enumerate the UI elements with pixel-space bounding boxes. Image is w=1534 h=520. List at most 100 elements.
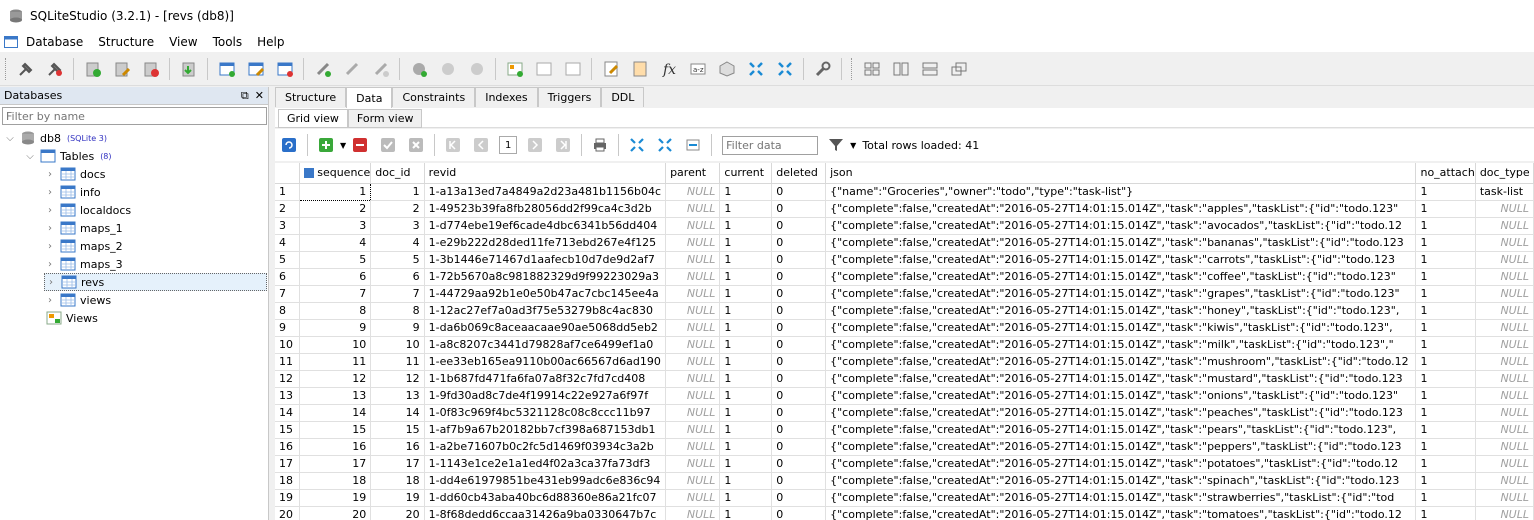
tree-item-db8[interactable]: ⌵ db8 (SQLite 3) xyxy=(4,129,107,147)
cell-parent[interactable]: NULL xyxy=(665,183,721,201)
edit-database-icon[interactable] xyxy=(111,58,133,80)
table-row[interactable]: 10 10 10 1-a8c8207c3441d79828af7ce6499ef1a0… xyxy=(275,336,1534,354)
edit-index-icon[interactable] xyxy=(341,58,363,80)
connect-db-icon[interactable] xyxy=(15,58,37,80)
cell-parent[interactable]: NULL xyxy=(665,234,721,252)
cell-doc-type[interactable]: NULL xyxy=(1475,353,1534,371)
cell-no-attach[interactable]: 1 xyxy=(1415,404,1476,422)
column-header-revid[interactable]: revid xyxy=(424,163,667,184)
cell-doc-type[interactable]: NULL xyxy=(1475,234,1534,252)
cell-doc-id[interactable]: 7 xyxy=(370,285,425,303)
cell-deleted[interactable]: 0 xyxy=(771,268,827,286)
table-row[interactable]: 15 15 15 1-af7b9a67b20182bb7cf398a687153db1… xyxy=(275,421,1534,439)
cell-json[interactable]: {"complete":false,"createdAt":"2016-05-2… xyxy=(825,404,1417,422)
cell-current[interactable]: 1 xyxy=(719,370,773,388)
cell-current[interactable]: 1 xyxy=(719,506,773,520)
cell-sequence[interactable]: 17 xyxy=(299,455,372,473)
table-row[interactable]: 11 11 11 1-ee33eb165ea9110b00ac66567d6ad190… xyxy=(275,353,1534,371)
toolbar-grip[interactable] xyxy=(5,57,8,80)
subtab-form-view[interactable]: Form view xyxy=(347,109,423,128)
cell-deleted[interactable]: 0 xyxy=(771,353,827,371)
cell-json[interactable]: {"complete":false,"createdAt":"2016-05-2… xyxy=(825,285,1417,303)
cell-no-attach[interactable]: 1 xyxy=(1415,353,1476,371)
edit-view-icon[interactable] xyxy=(533,58,555,80)
cell-deleted[interactable]: 0 xyxy=(771,438,827,456)
cell-json[interactable]: {"complete":false,"createdAt":"2016-05-2… xyxy=(825,387,1417,405)
tile-windows-icon[interactable] xyxy=(745,58,767,80)
cell-revid[interactable]: 1-0f83c969f4bc5321128c08c8ccc11b97 xyxy=(424,404,667,422)
cell-doc-id[interactable]: 10 xyxy=(370,336,425,354)
cell-parent[interactable]: NULL xyxy=(665,421,721,439)
cell-doc-type[interactable]: NULL xyxy=(1475,302,1534,320)
sql-editor-icon[interactable] xyxy=(600,58,622,80)
cell-no-attach[interactable]: 1 xyxy=(1415,217,1476,235)
table-row[interactable]: 17 17 17 1-1143e1ce2e1a1ed4f02a3ca37fa73df3… xyxy=(275,455,1534,473)
cell-revid[interactable]: 1-1143e1ce2e1a1ed4f02a3ca37fa73df3 xyxy=(424,455,667,473)
functions-icon[interactable]: fx xyxy=(658,58,680,80)
cell-current[interactable]: 1 xyxy=(719,268,773,286)
cell-deleted[interactable]: 0 xyxy=(771,489,827,507)
cell-json[interactable]: {"complete":false,"createdAt":"2016-05-2… xyxy=(825,421,1417,439)
menu-structure[interactable]: Structure xyxy=(98,35,154,49)
cell-json[interactable]: {"complete":false,"createdAt":"2016-05-2… xyxy=(825,302,1417,320)
cell-current[interactable]: 1 xyxy=(719,217,773,235)
cell-json[interactable]: {"complete":false,"createdAt":"2016-05-2… xyxy=(825,472,1417,490)
cell-no-attach[interactable]: 1 xyxy=(1415,251,1476,269)
row-number[interactable]: 2 xyxy=(275,200,301,218)
cell-json[interactable]: {"complete":false,"createdAt":"2016-05-2… xyxy=(825,217,1417,235)
cell-doc-type[interactable]: NULL xyxy=(1475,336,1534,354)
row-number[interactable]: 1 xyxy=(275,183,301,201)
remove-database-icon[interactable] xyxy=(140,58,162,80)
row-number[interactable]: 4 xyxy=(275,234,301,252)
expand-arrow-icon[interactable]: › xyxy=(44,241,56,252)
cell-no-attach[interactable]: 1 xyxy=(1415,387,1476,405)
commit-icon[interactable] xyxy=(378,135,398,155)
insert-row-dropdown-icon[interactable]: ▼ xyxy=(340,141,346,150)
row-number[interactable]: 8 xyxy=(275,302,301,320)
edit-trigger-icon[interactable] xyxy=(437,58,459,80)
cell-revid[interactable]: 1-e29b222d28ded11fe713ebd267e4f125 xyxy=(424,234,667,252)
extensions-icon[interactable] xyxy=(716,58,738,80)
cell-revid[interactable]: 1-a13a13ed7a4849a2d23a481b1156b04c xyxy=(424,183,667,201)
menu-tools[interactable]: Tools xyxy=(213,35,243,49)
cell-doc-id[interactable]: 1 xyxy=(370,183,425,201)
cell-sequence[interactable]: 9 xyxy=(299,319,372,337)
row-number[interactable]: 10 xyxy=(275,336,301,354)
table-row[interactable]: 12 12 12 1-1b687fd471fa6fa07a8f32c7fd7cd408… xyxy=(275,370,1534,388)
filter-data-input[interactable] xyxy=(722,135,819,155)
cell-doc-id[interactable]: 16 xyxy=(370,438,425,456)
cell-doc-type[interactable]: NULL xyxy=(1475,506,1534,520)
table-row[interactable]: 2 2 2 1-49523b39fa8fb28056dd2f99ca4c3d2b NUL… xyxy=(275,200,1534,218)
row-number-header[interactable] xyxy=(275,163,301,184)
table-row[interactable]: 7 7 7 1-44729aa92b1e0e50b47ac7cbc145ee4a NUL… xyxy=(275,285,1534,303)
cell-doc-type[interactable]: NULL xyxy=(1475,268,1534,286)
cell-parent[interactable]: NULL xyxy=(665,251,721,269)
cell-doc-type[interactable]: NULL xyxy=(1475,285,1534,303)
cell-doc-type[interactable]: NULL xyxy=(1475,489,1534,507)
cell-parent[interactable]: NULL xyxy=(665,489,721,507)
cell-deleted[interactable]: 0 xyxy=(771,285,827,303)
tile-vertical-icon[interactable] xyxy=(890,58,912,80)
delete-table-icon[interactable] xyxy=(274,58,296,80)
cell-parent[interactable]: NULL xyxy=(665,217,721,235)
table-row[interactable]: 18 18 18 1-dd4e61979851be431eb99adc6e836c94… xyxy=(275,472,1534,490)
tab-structure[interactable]: Structure xyxy=(275,87,347,107)
table-row[interactable]: 4 4 4 1-e29b222d28ded11fe713ebd267e4f125 NUL… xyxy=(275,234,1534,252)
cell-current[interactable]: 1 xyxy=(719,200,773,218)
cell-revid[interactable]: 1-da6b069c8aceaacaae90ae5068dd5eb2 xyxy=(424,319,667,337)
cell-no-attach[interactable]: 1 xyxy=(1415,268,1476,286)
cell-json[interactable]: {"complete":false,"createdAt":"2016-05-2… xyxy=(825,251,1417,269)
cell-doc-type[interactable]: NULL xyxy=(1475,319,1534,337)
column-header-json[interactable]: json xyxy=(825,163,1417,184)
create-index-icon[interactable] xyxy=(312,58,334,80)
cell-json[interactable]: {"complete":false,"createdAt":"2016-05-2… xyxy=(825,336,1417,354)
first-page-icon[interactable] xyxy=(443,135,463,155)
cell-no-attach[interactable]: 1 xyxy=(1415,421,1476,439)
cell-parent[interactable]: NULL xyxy=(665,404,721,422)
table-row[interactable]: 6 6 6 1-72b5670a8c981882329d9f99223029a3 NUL… xyxy=(275,268,1534,286)
cell-doc-id[interactable]: 6 xyxy=(370,268,425,286)
tab-ddl[interactable]: DDL xyxy=(601,87,645,107)
expand-arrow-icon[interactable]: › xyxy=(44,205,56,216)
cell-doc-id[interactable]: 19 xyxy=(370,489,425,507)
cell-sequence[interactable]: 4 xyxy=(299,234,372,252)
